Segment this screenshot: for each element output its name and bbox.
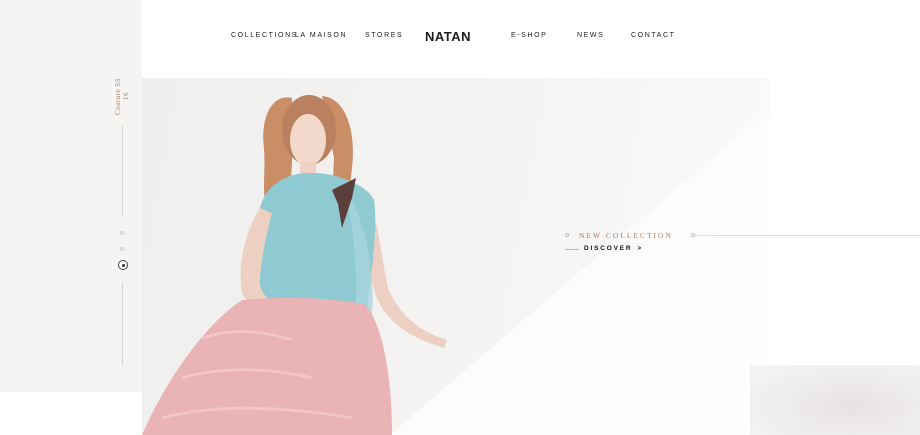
nav-collections[interactable]: COLLECTIONS	[231, 32, 298, 39]
nav-stores[interactable]: STORES	[365, 32, 403, 39]
discover-label: DISCOVER	[584, 245, 633, 252]
chevron-right-icon: >	[637, 245, 643, 252]
natan-logo[interactable]: NATAN	[425, 29, 471, 44]
slide-dot-2[interactable]	[120, 247, 124, 251]
nav-contact[interactable]: CONTACT	[631, 32, 676, 39]
corner-image-peek	[750, 365, 920, 435]
rail-line-top	[122, 126, 123, 216]
nav-eshop[interactable]: E-SHOP	[511, 32, 547, 39]
new-collection-tagline: NEW COLLECTION	[579, 231, 673, 240]
discover-line	[565, 249, 579, 250]
nav-la-maison[interactable]: LA MAISON	[295, 32, 347, 39]
hero-banner	[142, 78, 770, 435]
face	[290, 114, 326, 166]
slide-dot-1[interactable]	[120, 231, 124, 235]
rail-line-bottom	[122, 282, 123, 366]
tagline-line	[695, 235, 920, 236]
tagline-dot-left	[565, 233, 569, 237]
side-rail: Couture SS 16	[0, 0, 142, 392]
hero-illustration	[142, 95, 770, 435]
collection-vertical-label: Couture SS 16	[114, 77, 130, 115]
nav-news[interactable]: NEWS	[577, 32, 604, 39]
slide-dot-3-active[interactable]	[118, 260, 128, 270]
discover-button[interactable]: DISCOVER >	[584, 245, 643, 252]
